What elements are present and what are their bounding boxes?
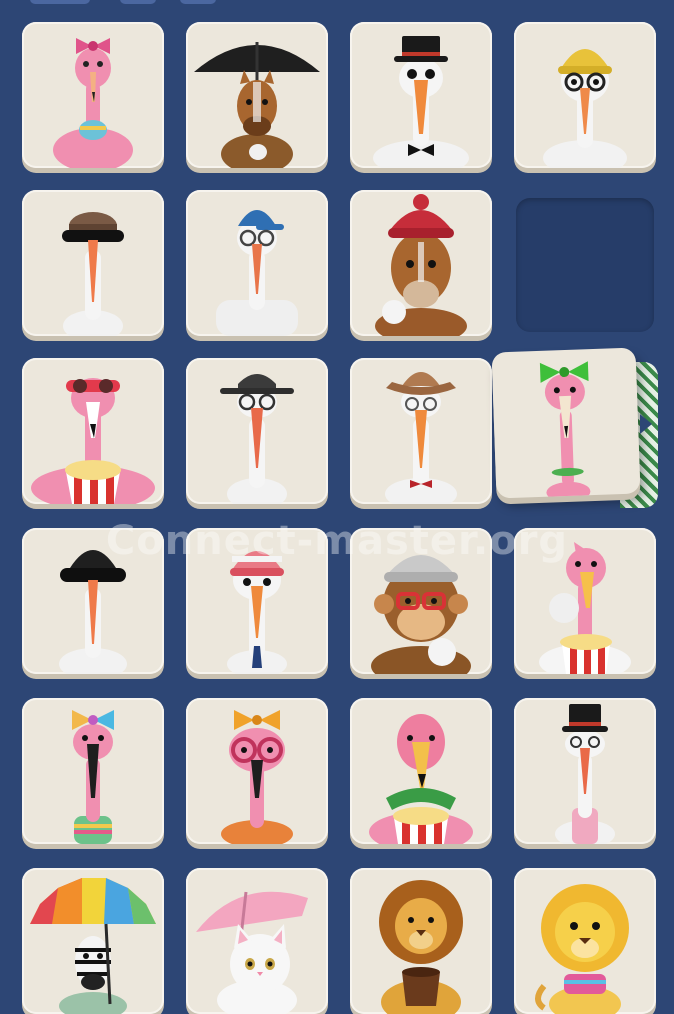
game-board: Connect-master.org — [0, 0, 674, 1014]
empty-slot[interactable] — [516, 198, 654, 332]
flamingo-glasses-bow-icon — [221, 710, 293, 844]
flamingo-rainbow-bow-icon — [72, 710, 114, 844]
tile-r1c3[interactable] — [350, 22, 492, 168]
horse-umbrella-icon — [194, 42, 320, 168]
stork-fedora-icon — [220, 374, 294, 504]
cat-pink-umbrella-icon — [196, 891, 308, 1014]
stork-black-beanie-icon — [59, 550, 127, 674]
stork-top-hat-vest-icon — [555, 704, 615, 844]
tile-r3c4-lifted[interactable] — [491, 347, 641, 499]
flamingo-popcorn-snowball-icon — [539, 542, 631, 674]
arrow-right-icon — [640, 414, 652, 434]
stork-baseball-cap-icon — [216, 210, 298, 336]
tile-r6c2[interactable] — [186, 868, 328, 1014]
lion-cub-icon — [535, 884, 629, 1014]
tile-r4c4[interactable] — [514, 528, 656, 674]
horse-red-beanie-icon — [375, 194, 467, 336]
tile-r4c2[interactable] — [186, 528, 328, 674]
tile-r6c1[interactable] — [22, 868, 164, 1014]
flamingo-green-bow-icon — [539, 361, 591, 499]
top-edge-fragment — [30, 0, 90, 4]
tile-r5c2[interactable] — [186, 698, 328, 844]
tile-r3c3[interactable] — [350, 358, 492, 504]
tile-r4c1[interactable] — [22, 528, 164, 674]
tile-r2c1[interactable] — [22, 190, 164, 336]
stork-bobble-hat-icon — [227, 551, 287, 674]
flamingo-bow-scarf-icon — [53, 38, 133, 168]
tile-r1c1[interactable] — [22, 22, 164, 168]
tile-r5c3[interactable] — [350, 698, 492, 844]
stork-top-hat-icon — [373, 36, 469, 168]
tile-r3c2[interactable] — [186, 358, 328, 504]
tile-r5c1[interactable] — [22, 698, 164, 844]
tile-r5c4[interactable] — [514, 698, 656, 844]
tile-r1c4[interactable] — [514, 22, 656, 168]
flamingo-popcorn-scarf-icon — [369, 714, 473, 844]
zebra-rainbow-umbrella-icon — [30, 878, 156, 1014]
tile-r6c4[interactable] — [514, 868, 656, 1014]
flamingo-popcorn-icon — [31, 378, 155, 504]
top-edge-fragment — [180, 0, 216, 4]
tile-r2c3[interactable] — [350, 190, 492, 336]
lion-cup-icon — [379, 880, 463, 1014]
tile-r3c1[interactable] — [22, 358, 164, 504]
stork-yellow-beanie-icon — [543, 49, 627, 168]
stork-cowboy-hat-icon — [385, 372, 457, 504]
stork-detective-cap-icon — [62, 212, 124, 336]
tile-r1c2[interactable] — [186, 22, 328, 168]
top-edge-fragment — [120, 0, 156, 4]
monkey-beanie-icon — [371, 555, 471, 674]
tile-r4c3[interactable] — [350, 528, 492, 674]
tile-r2c2[interactable] — [186, 190, 328, 336]
tile-r6c3[interactable] — [350, 868, 492, 1014]
